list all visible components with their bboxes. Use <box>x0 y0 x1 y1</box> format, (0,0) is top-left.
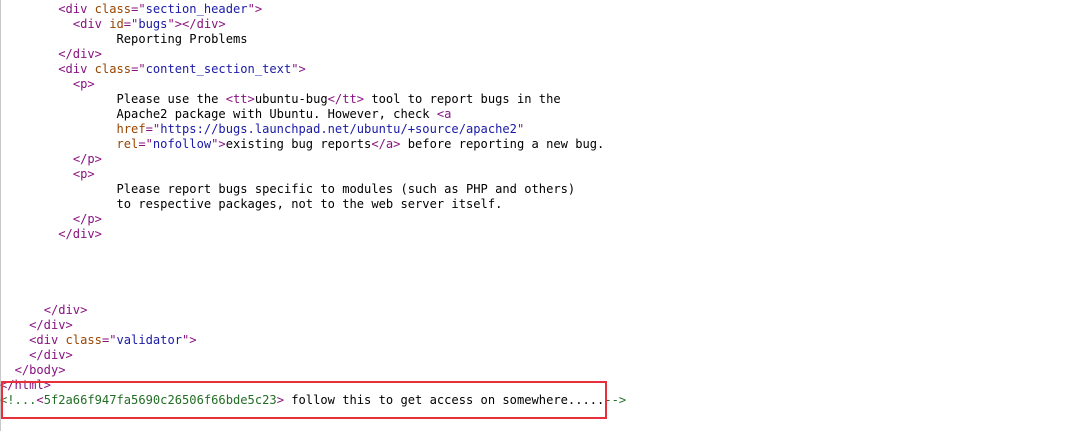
tag-token: "> <box>182 333 197 347</box>
text-token: Reporting Problems <box>116 32 248 46</box>
value-token: bugs <box>138 17 168 31</box>
attribute-token: id <box>109 17 124 31</box>
value-token: validator <box>116 333 183 347</box>
source-line: </div> <box>0 318 73 333</box>
source-line: <div class="section_header"> <box>0 2 262 17</box>
attribute-token: class <box>94 2 132 16</box>
text-token: existing bug reports <box>225 137 372 151</box>
value-token: https://bugs.launchpad.net/ubuntu/+sourc… <box>160 122 517 136</box>
highlight-box <box>1 381 607 419</box>
source-line: Please report bugs specific to modules (… <box>0 182 576 197</box>
tag-token: <div <box>58 2 95 16</box>
tag-token: </a> <box>371 137 401 151</box>
source-line: <p> <box>0 167 95 182</box>
tag-token: <div <box>58 62 95 76</box>
source-line: Reporting Problems <box>0 32 248 47</box>
tag-token: </div> <box>29 318 73 332</box>
source-line: <div id="bugs"></div> <box>0 17 226 32</box>
tag-token: <p> <box>72 167 95 181</box>
tag-token: "> <box>247 2 263 16</box>
tag-token: </div> <box>58 47 102 61</box>
tag-token: =" <box>138 137 153 151</box>
source-line: rel="nofollow">existing bug reports</a> … <box>0 137 605 152</box>
tag-token: " <box>516 122 525 136</box>
attribute-token: href <box>116 122 146 136</box>
tag-token: </tt> <box>327 92 365 106</box>
source-line: Apache2 package with Ubuntu. However, ch… <box>0 107 452 122</box>
tag-token: <div <box>72 17 110 31</box>
tag-token: </p> <box>72 212 102 226</box>
tag-token: =" <box>123 17 139 31</box>
attribute-token: rel <box>116 137 139 151</box>
tag-token: </p> <box>72 152 102 166</box>
source-line: </div> <box>0 303 88 318</box>
source-line: <div class="content_section_text"> <box>0 62 306 77</box>
source-line: </div> <box>0 47 102 62</box>
value-token: nofollow <box>152 137 212 151</box>
tag-token: <tt> <box>225 92 255 106</box>
source-line: </div> <box>0 348 73 363</box>
tag-token: =" <box>131 62 146 76</box>
tag-token: <a <box>436 107 452 121</box>
tag-token: "> <box>211 137 226 151</box>
tag-token: </body> <box>14 363 66 377</box>
tag-token: </div> <box>29 348 73 362</box>
comment-token: --> <box>604 393 627 407</box>
source-line: </p> <box>0 212 102 227</box>
tag-token: "></div> <box>167 17 226 31</box>
source-line: </div> <box>0 227 102 242</box>
tag-token: </div> <box>43 303 88 317</box>
value-token: content_section_text <box>145 62 292 76</box>
source-line: </p> <box>0 152 102 167</box>
tag-token: <p> <box>72 77 95 91</box>
text-token: Please use the <box>116 92 226 106</box>
source-line: href="https://bugs.launchpad.net/ubuntu/… <box>0 122 525 137</box>
attribute-token: class <box>94 62 132 76</box>
tag-token: =" <box>101 333 117 347</box>
value-token: section_header <box>145 2 248 16</box>
source-line: </body> <box>0 363 66 378</box>
source-line: Please use the <tt>ubuntu-bug</tt> tool … <box>0 92 561 107</box>
tag-token: <div <box>29 333 66 347</box>
source-line: to respective packages, not to the web s… <box>0 197 503 212</box>
text-token: Please report bugs specific to modules (… <box>116 182 576 196</box>
text-token: ubuntu-bug <box>254 92 328 106</box>
text-token: Apache2 package with Ubuntu. However, ch… <box>116 107 437 121</box>
text-token: tool to report bugs in the <box>364 92 561 106</box>
tag-token: "> <box>291 62 306 76</box>
source-line: <div class="validator"> <box>0 333 197 348</box>
attribute-token: class <box>65 333 102 347</box>
text-token: to respective packages, not to the web s… <box>116 197 503 211</box>
source-line: <p> <box>0 77 95 92</box>
text-token: before reporting a new bug. <box>400 137 605 151</box>
tag-token: =" <box>145 122 161 136</box>
tag-token: =" <box>131 2 146 16</box>
tag-token: </div> <box>58 227 102 241</box>
